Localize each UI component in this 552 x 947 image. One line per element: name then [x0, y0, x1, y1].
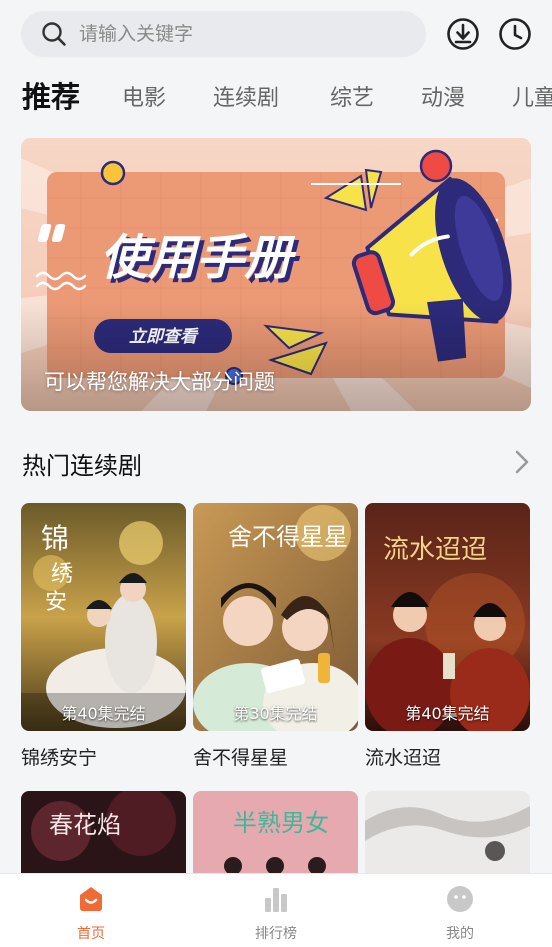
search-icon [42, 22, 66, 46]
drama-title: 锦绣安宁 [21, 747, 98, 769]
download-icon[interactable] [446, 17, 480, 51]
drama-poster[interactable]: 舍不得星星 第30集完结 [193, 503, 358, 731]
home-icon [80, 887, 102, 911]
promo-banner[interactable]: 使用手册 使用手册 立即查看 可以帮您解决大部分问题 [21, 138, 531, 411]
drama-poster[interactable]: 半熟男女 [193, 791, 358, 873]
svg-text:半熟男女: 半熟男女 [233, 809, 329, 837]
nav-label: 首页 [77, 926, 105, 942]
section-title: 热门连续剧 [22, 452, 142, 480]
chevron-right-icon[interactable] [514, 449, 530, 475]
svg-text:流水迢迢: 流水迢迢 [383, 535, 487, 565]
svg-text:安: 安 [45, 590, 67, 615]
section-header: 热门连续剧 [22, 446, 530, 480]
svg-text:绣: 绣 [51, 562, 73, 587]
history-icon[interactable] [498, 17, 532, 51]
profile-face-icon [447, 886, 473, 912]
tab-recommend[interactable]: 推荐 [22, 78, 80, 116]
tab-movies[interactable]: 电影 [122, 80, 166, 118]
nav-label: 排行榜 [255, 926, 297, 942]
nav-label: 我的 [446, 926, 474, 942]
svg-text:春花焰: 春花焰 [49, 811, 121, 839]
tab-tv-series[interactable]: 连续剧 [213, 80, 279, 118]
tab-variety[interactable]: 综艺 [330, 80, 374, 118]
nav-home[interactable]: 首页 [51, 884, 131, 943]
banner-caption: 可以帮您解决大部分问题 [44, 370, 275, 394]
drama-poster[interactable] [365, 791, 530, 873]
episode-badge: 第40集完结 [405, 704, 490, 723]
bar-chart-icon [265, 888, 287, 912]
category-tabs: 推荐 电影 连续剧 综艺 动漫 儿童 [22, 78, 552, 122]
search-input[interactable] [79, 23, 379, 45]
svg-text:舍不得星星: 舍不得星星 [228, 523, 348, 551]
tab-anime[interactable]: 动漫 [421, 80, 465, 118]
tab-kids[interactable]: 儿童 [512, 80, 552, 118]
search-box[interactable] [21, 11, 426, 57]
drama-card[interactable]: 舍不得星星 第30集完结 舍不得星星 [193, 503, 358, 770]
nav-ranking[interactable]: 排行榜 [236, 884, 316, 943]
drama-card[interactable]: 锦 绣 安 第40集完结 锦绣安宁 [21, 503, 186, 770]
drama-poster[interactable]: 锦 绣 安 第40集完结 [21, 503, 186, 731]
drama-card[interactable]: 流水迢迢 第40集完结 流水迢迢 [365, 503, 530, 770]
drama-title: 流水迢迢 [365, 747, 442, 769]
search-row [21, 10, 552, 58]
bottom-nav: 首页 排行榜 我的 [0, 873, 552, 947]
drama-poster[interactable]: 流水迢迢 第40集完结 [365, 503, 530, 731]
drama-poster[interactable]: 春花焰 [21, 791, 186, 873]
nav-profile[interactable]: 我的 [420, 884, 500, 943]
episode-badge: 第40集完结 [61, 704, 146, 723]
episode-badge: 第30集完结 [233, 704, 318, 723]
svg-text:锦: 锦 [41, 522, 69, 555]
drama-title: 舍不得星星 [193, 747, 289, 769]
